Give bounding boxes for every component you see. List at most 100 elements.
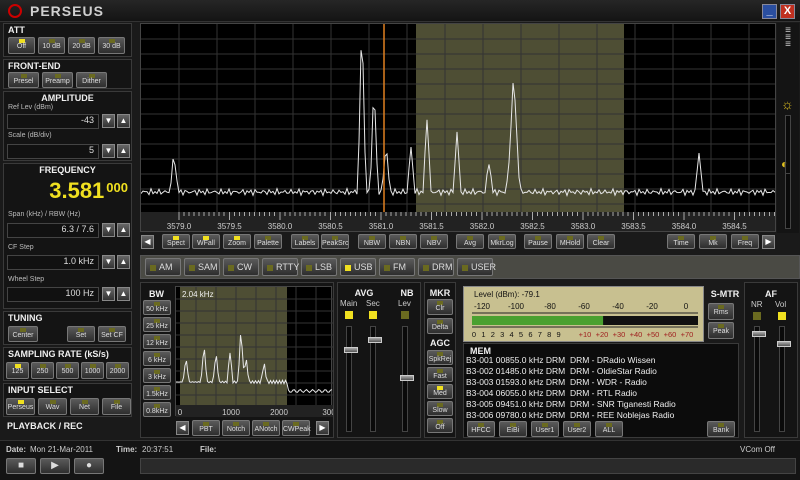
spectrum-tool-15[interactable]: Mk [699,234,727,249]
smeter-peak-button[interactable]: Peak [708,322,734,339]
input-button-1[interactable]: Wav [38,398,67,415]
memory-bank-button[interactable]: Bank [707,421,735,437]
record-button[interactable]: ● [74,458,104,474]
input-button-2[interactable]: Net [70,398,99,415]
memory-row[interactable]: B3-002 01485.0 kHz DRM DRM - OldieStar R… [466,366,726,377]
filter-tool-1[interactable]: Notch [222,420,250,436]
bw-button-6[interactable]: 0.8kHz [143,402,171,417]
bw-button-2[interactable]: 12 kHz [143,334,171,349]
spectrum-tool-13[interactable]: Clear [587,234,615,249]
att-button-3[interactable]: 30 dB [98,37,125,54]
brightness-icon[interactable]: ☼ [781,97,795,111]
bw-button-1[interactable]: 25 kHz [143,317,171,332]
mode-sam-button[interactable]: SAM [184,258,220,276]
frontend-button-0[interactable]: Presel [8,72,39,88]
play-button[interactable]: ▶ [40,458,70,474]
bw-button-3[interactable]: 6 kHz [143,351,171,366]
memory-row[interactable]: B3-004 06055.0 kHz DRM DRM - RTL Radio [466,388,726,399]
mkr-delta-button[interactable]: Delta [427,318,453,334]
memory-button-0[interactable]: HFCC [467,421,495,437]
filter-right-icon[interactable]: ▶ [316,421,329,435]
sampling-button-3[interactable]: 1000 [81,362,104,379]
agc-button-1[interactable]: Fast [427,367,453,382]
input-button-0[interactable]: Perseus [6,398,35,415]
spectrum-tool-5[interactable]: PeakSrc [321,234,349,249]
bw-button-5[interactable]: 1.5kHz [143,385,171,400]
cf-step-up-icon[interactable]: ▲ [117,255,130,269]
wheel-step-value[interactable]: 100 Hz [7,287,99,302]
af-vol-led[interactable] [778,312,786,320]
mode-am-button[interactable]: AM [145,258,181,276]
mode-rtty-button[interactable]: RTTY [262,258,299,276]
tuning-button-1[interactable]: Set [67,326,95,342]
mode-fm-button[interactable]: FM [379,258,415,276]
spectrum-tool-8[interactable]: NBV [420,234,448,249]
mode-user-button[interactable]: USER [457,258,496,276]
memory-row[interactable]: B3-003 01593.0 kHz DRM DRM - WDR - Radio [466,377,726,388]
spectrum-tool-1[interactable]: WFall [192,234,220,249]
filter-tool-0[interactable]: PBT [192,420,220,436]
spectrum-tool-0[interactable]: Spect [162,234,190,249]
minimize-button[interactable]: _ [762,4,777,19]
avg-sec-knob[interactable] [368,337,382,343]
avg-main-knob[interactable] [344,347,358,353]
wheel-step-up-icon[interactable]: ▲ [117,287,130,301]
mode-drm-button[interactable]: DRM [418,258,454,276]
filter-left-icon[interactable]: ◀ [176,421,189,435]
af-nr-knob[interactable] [752,331,766,337]
nb-knob[interactable] [400,375,414,381]
spectrum-tool-16[interactable]: Freq [731,234,759,249]
spectrum-tool-9[interactable]: Avg [456,234,484,249]
menu-lines-icon[interactable]: ≡ ≡ ≡ [781,26,795,73]
memory-button-1[interactable]: EiBi [499,421,527,437]
bw-button-0[interactable]: 50 kHz [143,300,171,315]
spectrum-tool-3[interactable]: Palette [254,234,282,249]
tuning-button-2[interactable]: Set CF [98,326,126,342]
bw-button-4[interactable]: 3 kHz [143,368,171,383]
sampling-button-0[interactable]: 125 [6,362,29,379]
spectrum-display[interactable]: 3579.0 3579.5 3580.0 3580.5 3581.0 3581.5 3582… [140,23,776,232]
memory-button-3[interactable]: User2 [563,421,591,437]
contrast-icon[interactable]: ◐ [781,157,795,171]
filter-display[interactable]: 2.04 kHz 0 1000 2000 300 [175,286,336,417]
avg-main-slider[interactable] [344,326,358,432]
mode-lsb-button[interactable]: LSB [301,258,337,276]
wheel-step-down-icon[interactable]: ▼ [102,287,115,301]
mode-cw-button[interactable]: CW [223,258,259,276]
spectrum-tool-12[interactable]: MHold [556,234,584,249]
spectrum-tool-7[interactable]: NBN [389,234,417,249]
span-up-icon[interactable]: ▲ [117,223,130,237]
spectrum-plot[interactable]: 3579.0 3579.5 3580.0 3580.5 3581.0 3581.5 3582… [141,24,776,232]
af-nr-led[interactable] [753,312,761,320]
spectrum-left-icon[interactable]: ◀ [141,235,154,249]
contrast-slider[interactable] [785,173,791,229]
af-vol-slider[interactable] [777,326,791,432]
agc-button-2[interactable]: Med [427,384,453,399]
af-nr-slider[interactable] [752,326,766,432]
spectrum-tool-4[interactable]: Labels [291,234,319,249]
frequency-display[interactable]: 3.581 000 [8,178,128,208]
avg-sec-slider[interactable] [368,326,382,432]
scale-down-icon[interactable]: ▼ [102,144,115,158]
span-down-icon[interactable]: ▼ [102,223,115,237]
af-vol-knob[interactable] [777,341,791,347]
spectrum-tool-11[interactable]: Pause [524,234,552,249]
agc-button-0[interactable]: SpkRej [427,350,453,365]
spectrum-tool-14[interactable]: Time [667,234,695,249]
smeter-rms-button[interactable]: Rms [708,303,734,320]
sampling-button-4[interactable]: 2000 [106,362,129,379]
spectrum-tool-10[interactable]: MkrLog [488,234,516,249]
att-button-0[interactable]: Off [8,37,35,54]
scale-up-icon[interactable]: ▲ [117,144,130,158]
sampling-button-2[interactable]: 500 [56,362,79,379]
spectrum-right-icon[interactable]: ▶ [762,235,775,249]
mode-usb-button[interactable]: USB [340,258,376,276]
att-button-1[interactable]: 10 dB [38,37,65,54]
frontend-button-1[interactable]: Preamp [42,72,73,88]
filter-tool-2[interactable]: ANotch [252,420,280,436]
memory-row[interactable]: B3-006 09780.0 kHz DRM DRM - REE Nobleja… [466,410,726,421]
agc-button-3[interactable]: Slow [427,401,453,416]
nb-slider[interactable] [400,326,414,432]
nb-led[interactable] [401,311,409,319]
agc-button-4[interactable]: Off [427,418,453,433]
